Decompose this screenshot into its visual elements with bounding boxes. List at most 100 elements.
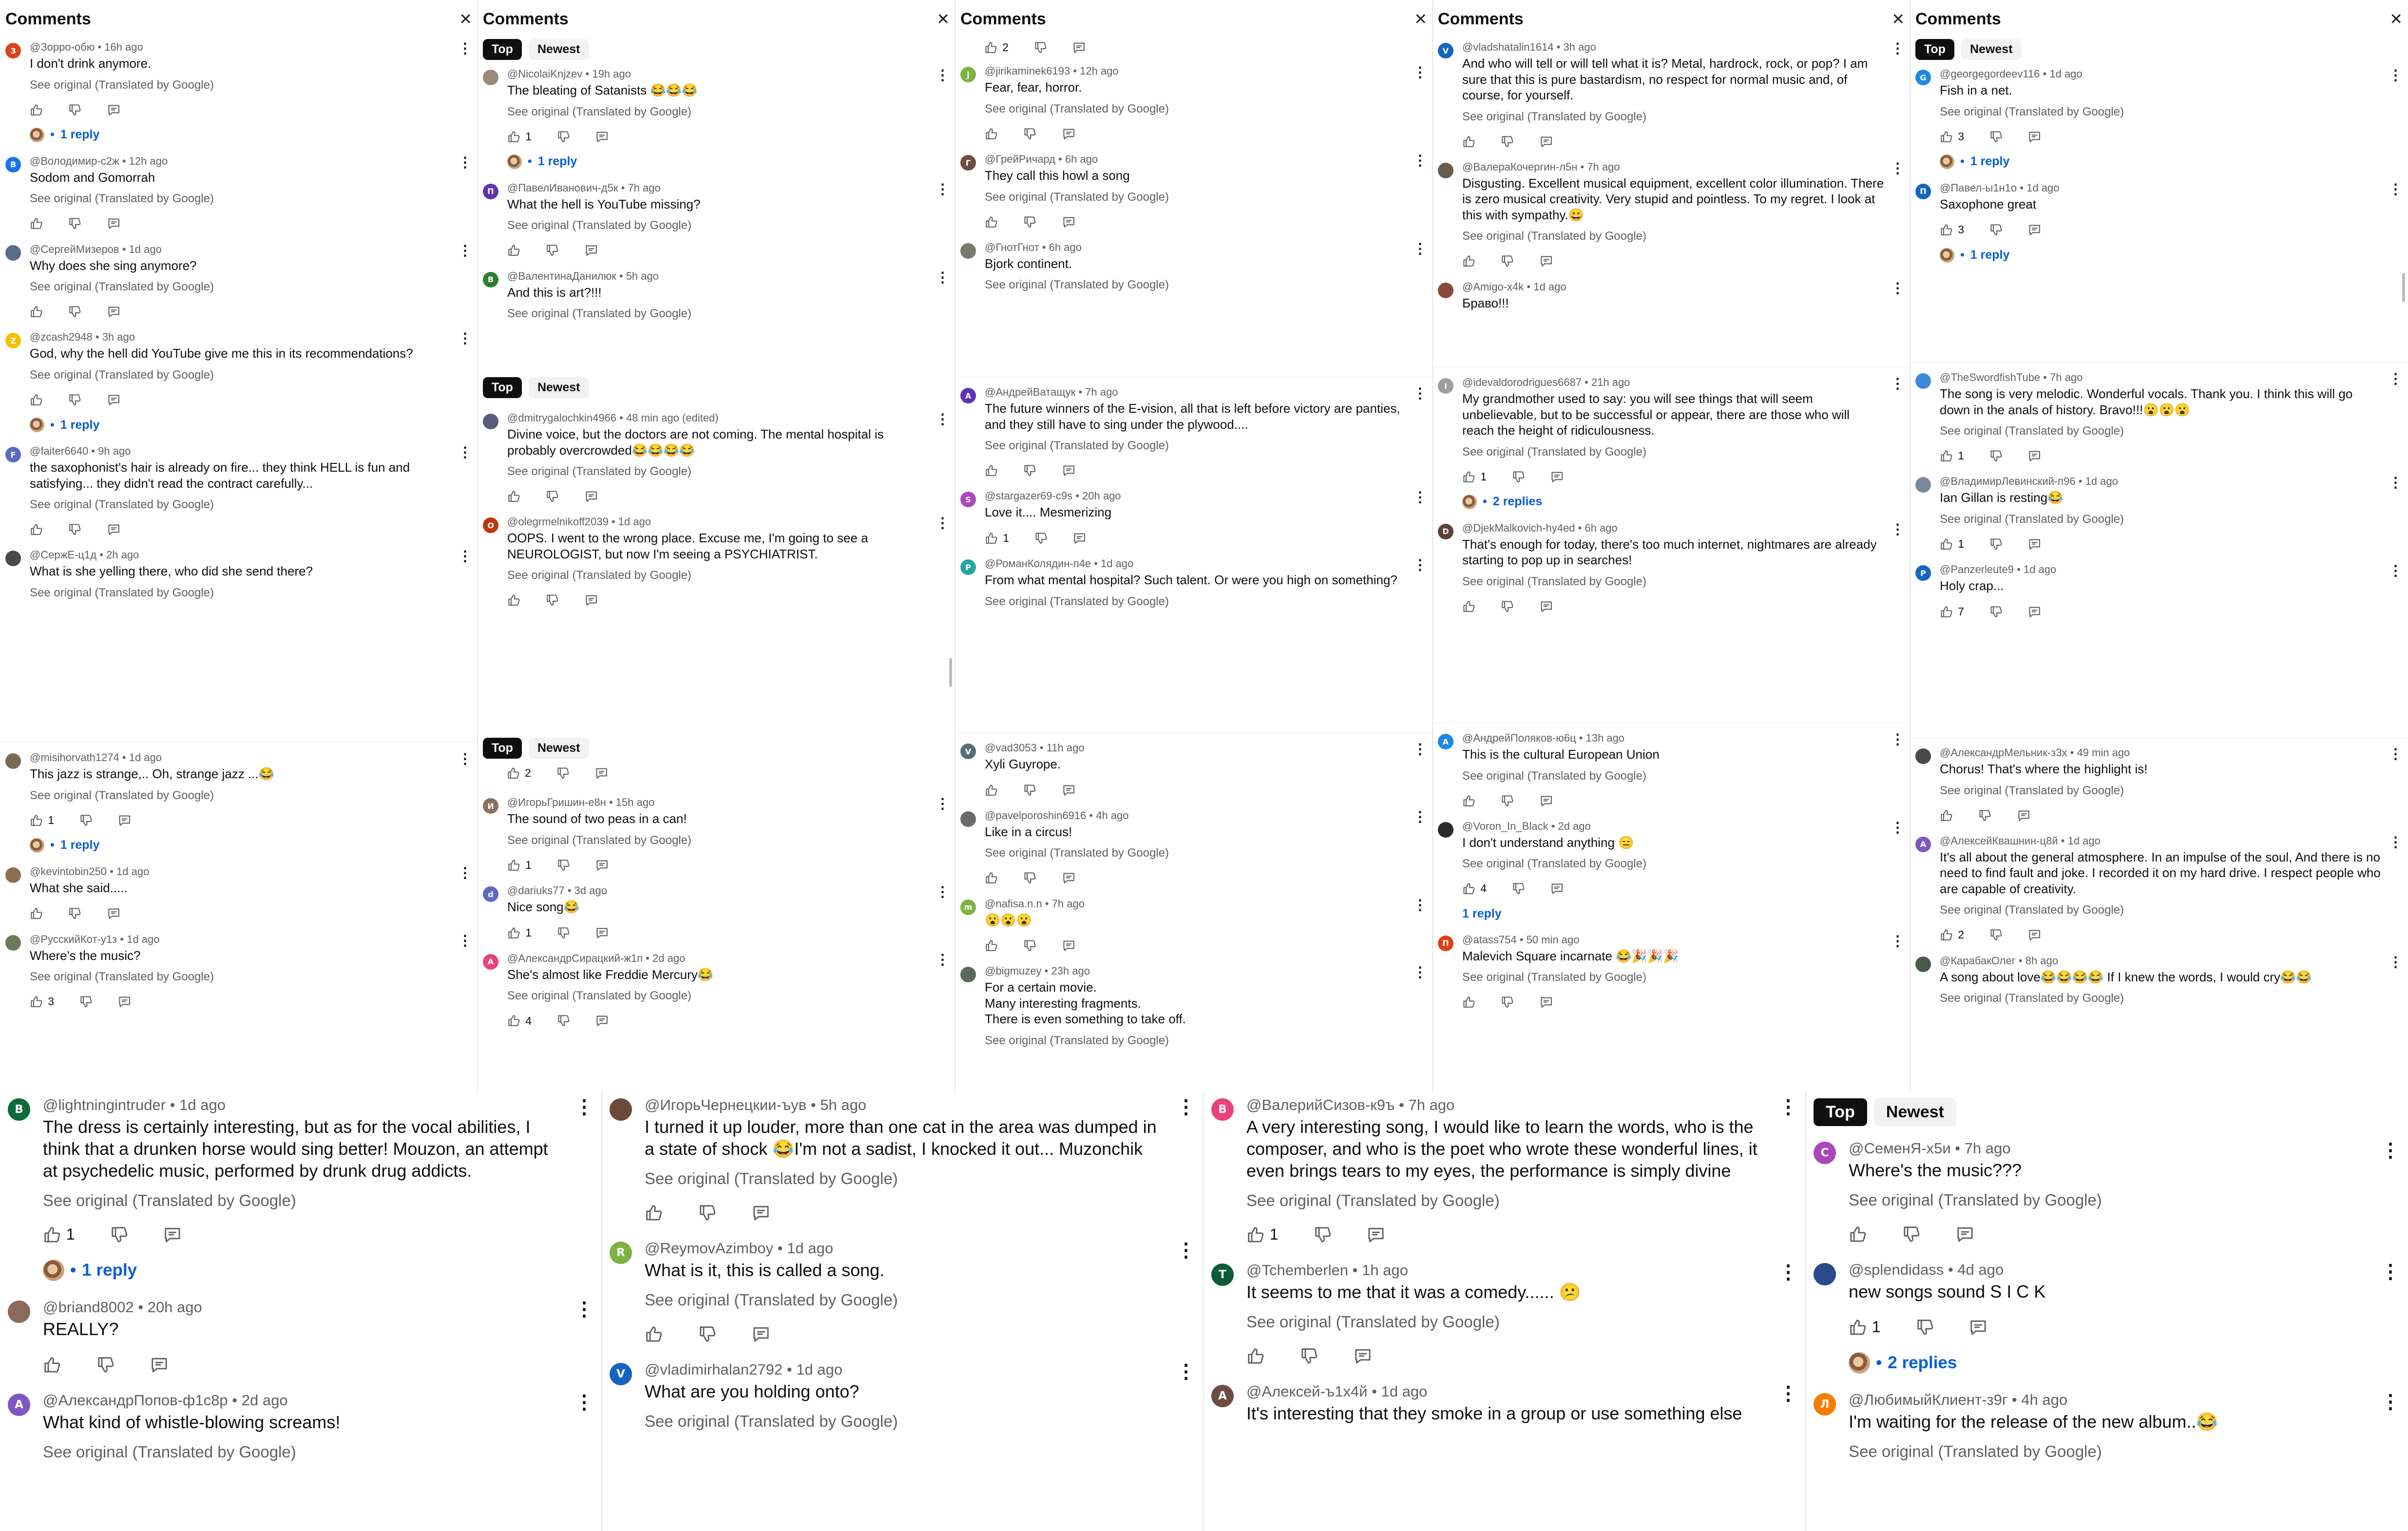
tab-top[interactable]: Top [483,377,522,398]
dislike-button[interactable] [557,1014,570,1027]
dislike-button[interactable] [698,1204,717,1222]
reply-button[interactable] [585,593,598,607]
comment-author[interactable]: @Tchemberlen [1246,1262,1348,1279]
replies-toggle[interactable]: • 2 replies [1849,1352,2372,1374]
like-button[interactable]: 1 [1849,1318,1881,1337]
see-original-link[interactable]: See original (Translated by Google) [645,1412,1167,1431]
like-button[interactable] [30,907,43,920]
avatar[interactable] [1915,748,1931,764]
dislike-button[interactable] [68,393,81,406]
see-original-link[interactable]: See original (Translated by Google) [985,439,1407,453]
comment-author[interactable]: @briand8002 [43,1299,134,1316]
reply-button[interactable] [107,217,120,230]
avatar[interactable]: В [483,271,498,287]
reply-button[interactable] [1354,1347,1372,1365]
avatar[interactable]: G [1915,70,1931,85]
avatar[interactable]: V [960,744,976,759]
avatar[interactable] [8,1300,30,1323]
reply-button[interactable] [1550,470,1564,483]
replies-toggle[interactable]: • 1 reply [43,1259,566,1281]
comment-author[interactable]: @ЛюбимыйКлиент-з9г [1849,1391,2007,1408]
like-button[interactable]: 2 [984,41,1009,54]
avatar[interactable]: I [1438,378,1453,394]
reply-button[interactable] [752,1325,770,1343]
like-button[interactable]: 1 [1940,537,1964,551]
dislike-button[interactable] [68,907,81,920]
more-options-icon[interactable]: ⋮ [2389,372,2403,386]
reply-button[interactable] [1969,1318,1988,1337]
comment-author[interactable]: @nafisa.n.n [985,898,1042,910]
comment-author[interactable]: @NicolaiKnjzev [507,68,582,80]
avatar[interactable]: А [483,954,498,970]
dislike-button[interactable] [1989,928,2003,941]
like-button[interactable] [30,103,43,116]
comment-author[interactable]: @Panzerleute9 [1940,563,2014,575]
more-options-icon[interactable]: ⋮ [1891,377,1905,391]
dislike-button[interactable] [546,593,559,607]
avatar[interactable]: V [1438,43,1453,58]
reply-button[interactable] [107,523,120,536]
avatar[interactable] [960,811,976,827]
avatar[interactable]: m [960,899,976,915]
more-options-icon[interactable]: ⋮ [1891,161,1905,176]
reply-button[interactable] [2028,537,2041,551]
avatar[interactable]: А [8,1393,30,1416]
comment-author[interactable]: @stargazer69-c9s [985,490,1072,502]
see-original-link[interactable]: See original (Translated by Google) [43,1191,566,1210]
like-button[interactable] [1462,995,1475,1009]
reply-button[interactable] [1550,882,1564,895]
reply-button[interactable] [2028,928,2041,941]
like-button[interactable]: 4 [507,1014,532,1027]
avatar[interactable] [1438,162,1453,178]
reply-button[interactable] [1062,939,1075,952]
dislike-button[interactable] [1034,41,1047,54]
comment-author[interactable]: @СеменЯ-х5и [1849,1140,1951,1157]
dislike-button[interactable] [1023,871,1036,884]
like-button[interactable] [30,393,43,406]
avatar[interactable] [483,414,498,429]
dislike-button[interactable] [546,490,559,503]
see-original-link[interactable]: See original (Translated by Google) [30,368,452,382]
dislike-button[interactable] [1023,464,1036,477]
dislike-button[interactable] [698,1325,717,1343]
dislike-button[interactable] [79,814,93,827]
more-options-icon[interactable]: ⋮ [1413,743,1427,757]
like-button[interactable]: 1 [507,926,532,939]
more-options-icon[interactable]: ⋮ [1891,821,1905,835]
see-original-link[interactable]: See original (Translated by Google) [1462,445,1884,459]
reply-button[interactable] [107,103,120,116]
avatar[interactable] [5,935,21,951]
avatar[interactable] [1438,822,1453,838]
replies-toggle[interactable]: • 1 reply [30,418,452,433]
dislike-button[interactable] [1300,1347,1319,1365]
avatar[interactable]: А [1211,1384,1234,1407]
like-button[interactable] [1246,1347,1265,1365]
more-options-icon[interactable]: ⋮ [1413,387,1427,401]
avatar[interactable]: Л [1814,1393,1836,1416]
comment-author[interactable]: @misihorvath1274 [30,751,119,764]
avatar[interactable]: П [483,183,498,199]
reply-button[interactable] [595,859,609,872]
comment-author[interactable]: @kevintobin250 [30,865,107,878]
comment-author[interactable]: @АлексейКвашнин-ц8й [1940,835,2058,847]
dislike-button[interactable] [1023,784,1036,797]
see-original-link[interactable]: See original (Translated by Google) [645,1169,1167,1188]
tab-newest[interactable]: Newest [528,377,589,398]
more-options-icon[interactable]: ⋮ [936,413,950,427]
see-original-link[interactable]: See original (Translated by Google) [645,1291,1167,1309]
like-button[interactable] [1462,254,1475,268]
like-button[interactable] [30,523,43,536]
more-options-icon[interactable]: ⋮ [936,182,950,197]
avatar[interactable]: O [483,517,498,534]
comment-author[interactable]: @РоманКолядин-п4е [985,557,1091,570]
more-options-icon[interactable]: ⋮ [1413,491,1427,505]
dislike-button[interactable] [1501,794,1514,807]
tab-newest[interactable]: Newest [528,39,589,60]
reply-button[interactable] [595,130,609,143]
dislike-button[interactable] [1989,130,2003,143]
more-options-icon[interactable]: ⋮ [458,752,472,766]
avatar[interactable] [960,967,976,983]
like-button[interactable]: 2 [507,766,531,780]
comment-author[interactable]: @АлександрМельник-з3х [1940,746,2067,759]
dislike-button[interactable] [1989,537,2003,551]
